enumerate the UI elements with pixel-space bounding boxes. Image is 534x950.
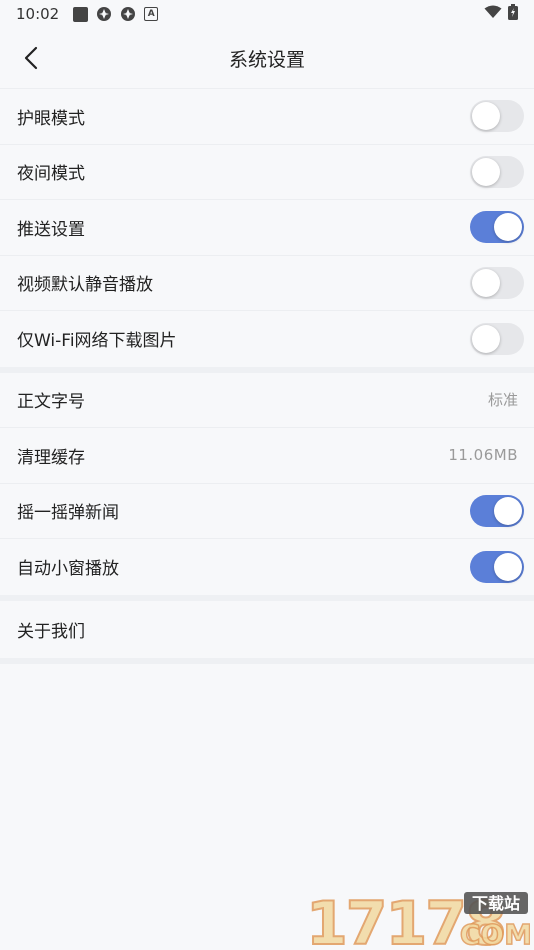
eye-care-label: 护眼模式 <box>17 108 85 129</box>
toggle-knob <box>494 496 522 525</box>
settings-group-1: 护眼模式 夜间模式 推送设置 视频默认静音播放 仅Wi-Fi网络下载图片 <box>0 89 534 367</box>
eye-care-toggle[interactable] <box>470 100 524 133</box>
status-bar: 10:02 A <box>0 0 534 28</box>
setting-row-night-mode: 夜间模式 <box>0 145 534 200</box>
about-label: 关于我们 <box>17 621 85 642</box>
clear-cache-label: 清理缓存 <box>17 447 85 468</box>
toggle-knob <box>494 552 522 581</box>
watermark-tag: 下载站 <box>472 894 520 913</box>
watermark-logo: 17178 下载站 COM <box>305 890 530 948</box>
app-icon <box>96 6 112 22</box>
video-mute-toggle[interactable] <box>470 266 524 299</box>
setting-row-mini-window: 自动小窗播放 <box>0 539 534 595</box>
battery-icon <box>508 4 518 24</box>
toggle-knob <box>472 324 500 353</box>
status-time: 10:02 <box>16 5 60 23</box>
push-toggle[interactable] <box>470 211 524 244</box>
toggle-knob <box>472 268 500 297</box>
toggle-knob <box>494 213 522 242</box>
cache-size-value: 11.06MB <box>448 446 518 465</box>
mini-window-label: 自动小窗播放 <box>17 559 119 580</box>
setting-row-font-size[interactable]: 正文字号 标准 <box>0 373 534 428</box>
night-mode-label: 夜间模式 <box>17 164 85 185</box>
font-size-label: 正文字号 <box>17 392 85 413</box>
wifi-images-label: 仅Wi-Fi网络下载图片 <box>17 331 177 352</box>
push-label: 推送设置 <box>17 219 85 240</box>
header: 系统设置 <box>0 28 534 89</box>
setting-row-clear-cache[interactable]: 清理缓存 11.06MB <box>0 428 534 484</box>
night-mode-toggle[interactable] <box>470 155 524 188</box>
video-mute-label: 视频默认静音播放 <box>17 275 153 296</box>
square-icon <box>73 6 89 22</box>
settings-group-2: 正文字号 标准 清理缓存 11.06MB 摇一摇弹新闻 自动小窗播放 <box>0 372 534 595</box>
toggle-knob <box>472 102 500 131</box>
wifi-icon <box>484 5 502 23</box>
page-title: 系统设置 <box>228 48 305 71</box>
back-button[interactable] <box>16 42 46 74</box>
settings-group-3: 关于我们 <box>0 600 534 658</box>
setting-row-push: 推送设置 <box>0 200 534 256</box>
a-icon: A <box>144 7 159 21</box>
watermark-domain: COM <box>460 918 530 948</box>
chevron-left-icon <box>24 46 38 70</box>
toggle-knob <box>472 157 500 186</box>
status-right <box>484 4 518 24</box>
app-icon <box>120 6 136 22</box>
status-left: 10:02 A <box>16 5 159 23</box>
shake-news-label: 摇一摇弹新闻 <box>17 503 119 524</box>
section-separator <box>0 657 534 664</box>
setting-row-about[interactable]: 关于我们 <box>0 601 534 658</box>
setting-row-eye-care: 护眼模式 <box>0 89 534 145</box>
setting-row-shake-news: 摇一摇弹新闻 <box>0 484 534 539</box>
setting-row-wifi-images: 仅Wi-Fi网络下载图片 <box>0 311 534 367</box>
shake-news-toggle[interactable] <box>470 494 524 527</box>
mini-window-toggle[interactable] <box>470 550 524 583</box>
font-size-value: 标准 <box>487 391 518 410</box>
setting-row-video-mute: 视频默认静音播放 <box>0 256 534 311</box>
wifi-images-toggle[interactable] <box>470 322 524 355</box>
